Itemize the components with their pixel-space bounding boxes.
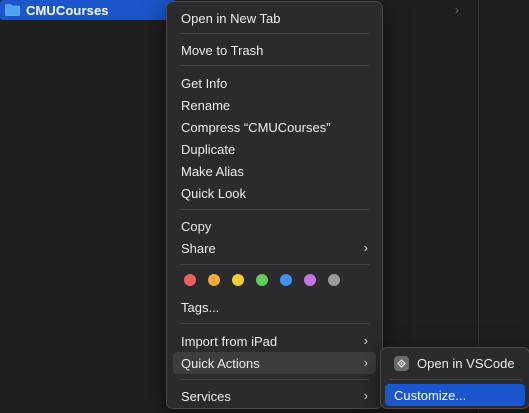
automator-workflow-icon xyxy=(394,355,409,371)
tag-color-picker xyxy=(184,274,340,286)
submenu-item-open-in-vscode[interactable]: Open in VSCode xyxy=(385,352,525,374)
folder-icon xyxy=(5,4,20,16)
submenu-item-label: Customize... xyxy=(394,387,467,403)
menu-item-quick-actions[interactable]: Quick Actions › xyxy=(173,352,376,374)
menu-item-label: Move to Trash xyxy=(181,42,264,58)
menu-item-label: Get Info xyxy=(181,75,228,91)
selected-folder-row[interactable]: CMUCourses xyxy=(0,0,176,20)
menu-item-label: Share xyxy=(181,240,216,256)
menu-item-copy[interactable]: Copy xyxy=(173,215,376,237)
menu-separator xyxy=(180,379,369,380)
menu-item-open-in-new-tab[interactable]: Open in New Tab xyxy=(173,7,376,29)
menu-item-make-alias[interactable]: Make Alias xyxy=(173,160,376,182)
menu-separator xyxy=(180,264,369,265)
chevron-right-icon: › xyxy=(455,3,459,17)
menu-separator xyxy=(180,33,369,34)
tag-green-dot[interactable] xyxy=(256,274,268,286)
menu-item-label: Open in New Tab xyxy=(181,10,281,26)
menu-item-import-from-ipad[interactable]: Import from iPad › xyxy=(173,330,376,352)
menu-item-move-to-trash[interactable]: Move to Trash xyxy=(173,39,376,61)
tag-purple-dot[interactable] xyxy=(304,274,316,286)
chevron-right-icon: › xyxy=(363,355,368,370)
menu-item-services[interactable]: Services › xyxy=(173,385,376,407)
menu-item-share[interactable]: Share › xyxy=(173,237,376,259)
menu-item-duplicate[interactable]: Duplicate xyxy=(173,138,376,160)
chevron-right-icon: › xyxy=(363,333,368,348)
menu-item-rename[interactable]: Rename xyxy=(173,94,376,116)
tag-red-dot[interactable] xyxy=(184,274,196,286)
menu-item-label: Services xyxy=(181,388,231,404)
chevron-right-icon: › xyxy=(363,388,368,403)
menu-separator xyxy=(180,323,369,324)
menu-item-label: Make Alias xyxy=(181,163,244,179)
menu-item-label: Quick Look xyxy=(181,185,247,201)
menu-item-tags[interactable]: Tags... xyxy=(173,296,376,318)
tag-orange-dot[interactable] xyxy=(208,274,220,286)
tag-gray-dot[interactable] xyxy=(328,274,340,286)
folder-name: CMUCourses xyxy=(26,2,109,18)
menu-item-compress[interactable]: Compress “CMUCourses” xyxy=(173,116,376,138)
menu-item-label: Import from iPad xyxy=(181,333,278,349)
menu-separator xyxy=(180,209,369,210)
tag-yellow-dot[interactable] xyxy=(232,274,244,286)
menu-item-label: Tags... xyxy=(181,299,220,315)
quick-actions-submenu: Open in VSCode Customize... xyxy=(380,347,529,409)
submenu-item-label: Open in VSCode xyxy=(417,355,515,371)
menu-separator xyxy=(389,379,521,380)
context-menu: Open in New Tab Move to Trash Get Info R… xyxy=(166,1,383,409)
tag-blue-dot[interactable] xyxy=(280,274,292,286)
menu-item-label: Compress “CMUCourses” xyxy=(181,119,331,135)
menu-separator xyxy=(180,65,369,66)
menu-item-label: Rename xyxy=(181,97,231,113)
menu-item-label: Quick Actions xyxy=(181,355,260,371)
submenu-item-customize[interactable]: Customize... xyxy=(385,384,525,406)
menu-item-get-info[interactable]: Get Info xyxy=(173,72,376,94)
menu-item-label: Duplicate xyxy=(181,141,236,157)
menu-item-label: Copy xyxy=(181,218,212,234)
chevron-right-icon: › xyxy=(363,240,368,255)
menu-item-quick-look[interactable]: Quick Look xyxy=(173,182,376,204)
